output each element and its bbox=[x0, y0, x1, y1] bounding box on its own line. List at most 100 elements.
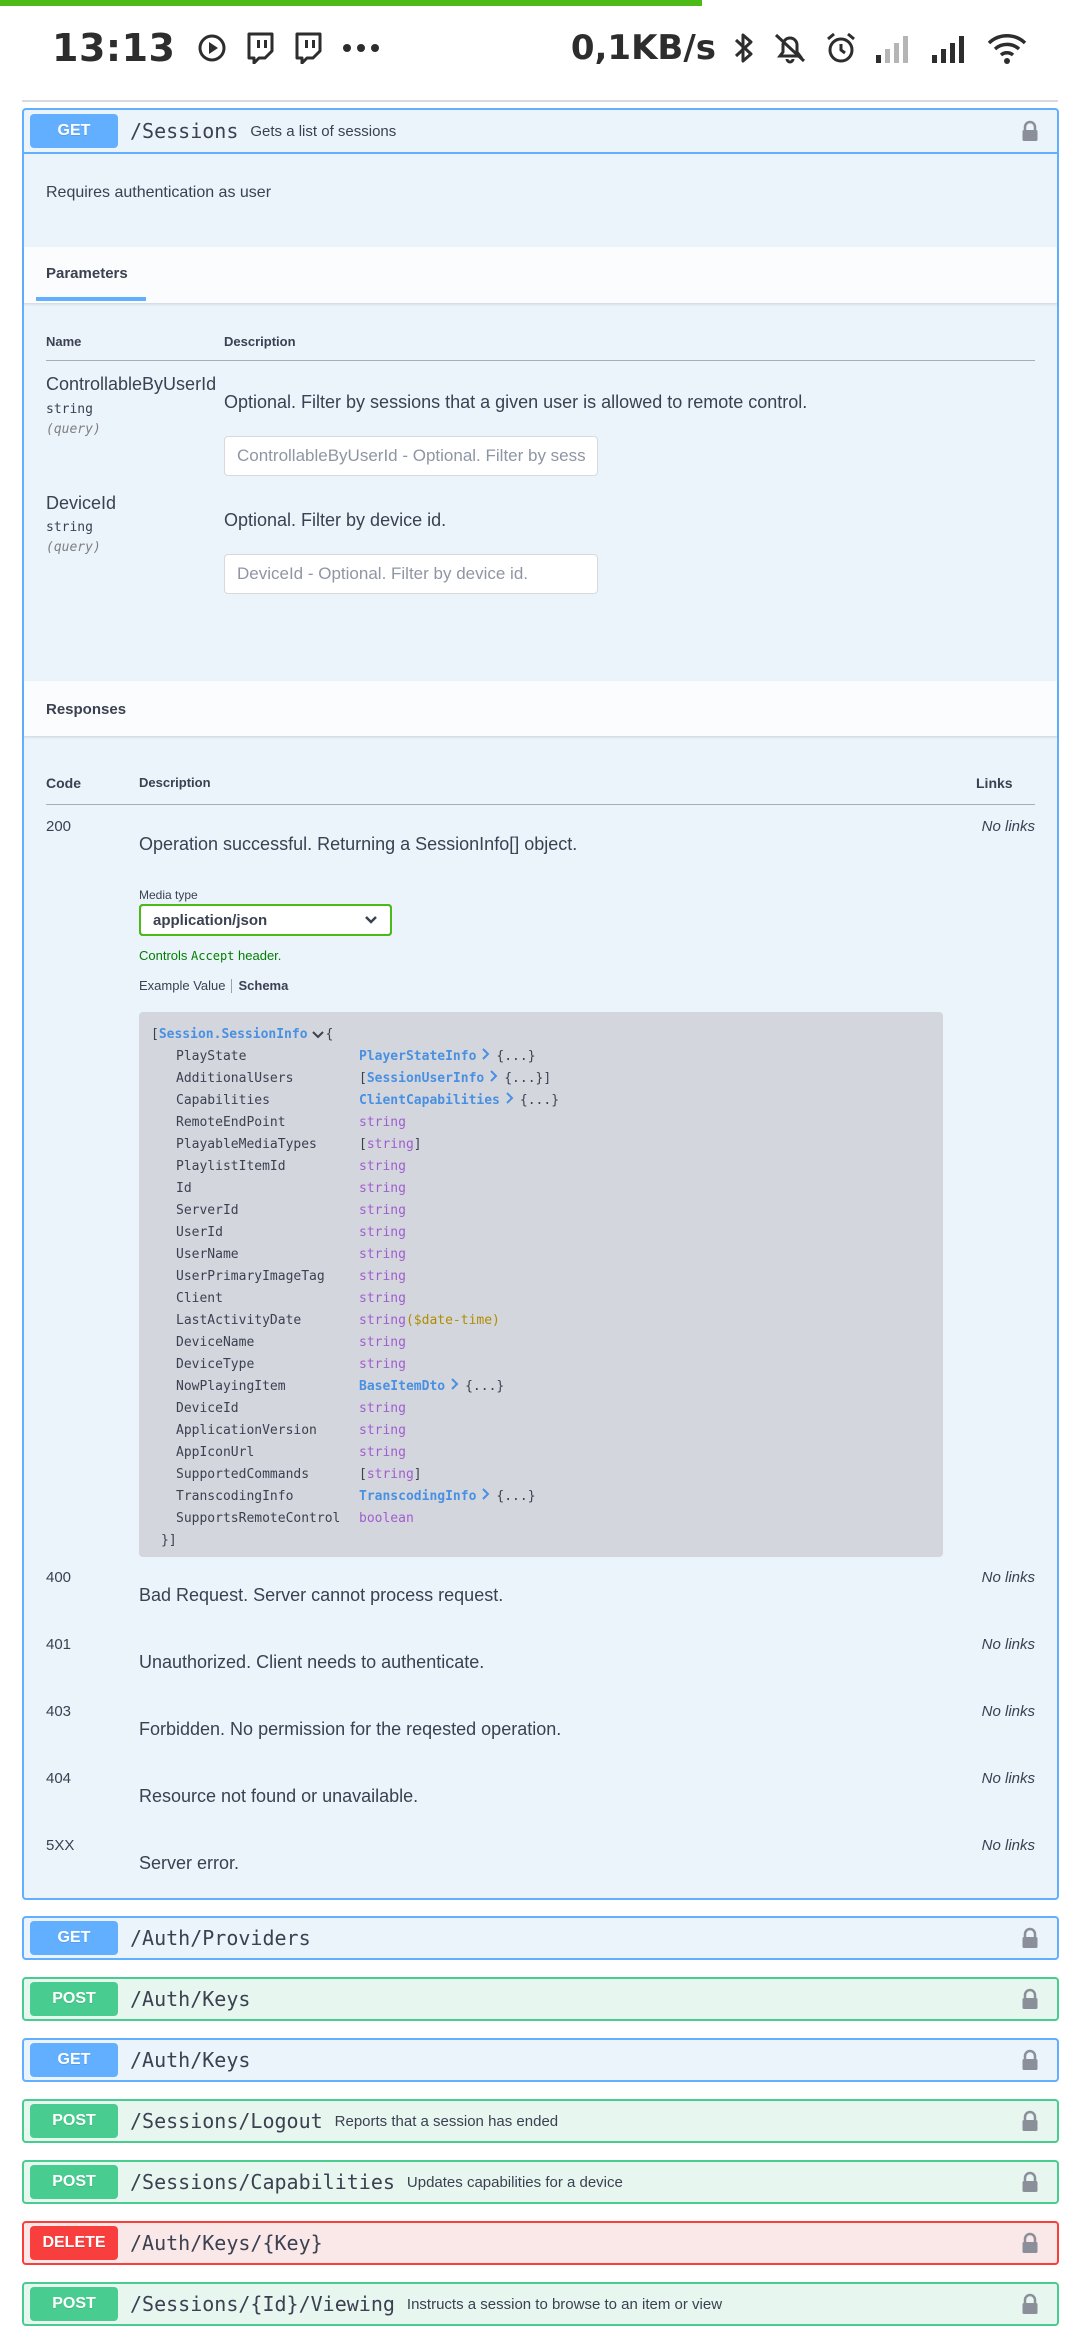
media-type-select[interactable]: application/json bbox=[139, 904, 392, 936]
tab-parameters-underline bbox=[36, 297, 146, 301]
schema-property-name: DeviceName bbox=[176, 1335, 255, 1350]
chevron-down-icon bbox=[364, 912, 378, 929]
operation-get-row[interactable]: GET/Auth/Keys bbox=[22, 2038, 1059, 2082]
lock-icon[interactable] bbox=[1021, 120, 1039, 142]
lock-icon[interactable] bbox=[1021, 2232, 1039, 2254]
schema-property: Client string bbox=[151, 1288, 931, 1310]
schema-property[interactable]: AdditionalUsers [SessionUserInfo {...}] bbox=[151, 1068, 931, 1090]
chevron-right-icon bbox=[482, 1048, 490, 1060]
network-speed: 0,1KB/s bbox=[570, 28, 716, 68]
schema-property: UserId string bbox=[151, 1222, 931, 1244]
operation-get-sessions: GET /Sessions Gets a list of sessions Re… bbox=[22, 108, 1059, 1900]
method-badge: POST bbox=[30, 2165, 118, 2199]
response-links: No links bbox=[981, 1636, 1035, 1653]
response-code: 200 bbox=[46, 818, 72, 835]
response-description: Resource not found or unavailable. bbox=[139, 1786, 419, 1806]
param-location: (query) bbox=[46, 422, 101, 437]
schema-property-type: PlayerStateInfo {...} bbox=[359, 1048, 536, 1064]
lock-icon[interactable] bbox=[1021, 1927, 1039, 1949]
chevron-right-icon bbox=[506, 1092, 514, 1104]
lock-icon[interactable] bbox=[1021, 2171, 1039, 2193]
tab-example-value[interactable]: Example Value bbox=[139, 978, 225, 993]
media-type-value: application/json bbox=[153, 911, 268, 929]
response-description: Forbidden. No permission for the reqeste… bbox=[139, 1719, 562, 1739]
lock-icon[interactable] bbox=[1021, 1988, 1039, 2010]
param-description: Optional. Filter by device id. bbox=[224, 510, 447, 530]
schema-property[interactable]: Capabilities ClientCapabilities {...} bbox=[151, 1090, 931, 1112]
operation-delete-row[interactable]: DELETE/Auth/Keys/{Key} bbox=[22, 2221, 1059, 2265]
operation-summary-text: Reports that a session has ended bbox=[334, 2112, 559, 2130]
schema-property-name: AdditionalUsers bbox=[176, 1071, 294, 1086]
schema-property-type: string bbox=[359, 1203, 406, 1218]
schema-property-name: Client bbox=[176, 1291, 223, 1306]
schema-property[interactable]: NowPlayingItem BaseItemDto {...} bbox=[151, 1376, 931, 1398]
tab-parameters[interactable]: Parameters bbox=[46, 265, 128, 282]
operation-post-row[interactable]: POST/Sessions/{Id}/Viewing Instructs a se… bbox=[22, 2282, 1059, 2326]
swagger-content: GET /Sessions Gets a list of sessions Re… bbox=[0, 90, 1080, 2340]
responses-header: Responses bbox=[24, 681, 1057, 737]
col-code: Code bbox=[46, 775, 81, 791]
schema-property[interactable]: TranscodingInfo TranscodingInfo {...} bbox=[151, 1486, 931, 1508]
lock-icon[interactable] bbox=[1021, 2293, 1039, 2315]
operation-summary[interactable]: GET /Sessions Gets a list of sessions bbox=[24, 110, 1057, 154]
schema-property-type: BaseItemDto {...} bbox=[359, 1378, 505, 1394]
schema-property-type: [string] bbox=[359, 1467, 422, 1482]
operation-path: /Sessions bbox=[130, 119, 239, 143]
chevron-right-icon bbox=[451, 1378, 459, 1390]
schema-property: DeviceName string bbox=[151, 1332, 931, 1354]
schema-property-name: SupportedCommands bbox=[176, 1467, 310, 1482]
operation-post-row[interactable]: POST/Sessions/Capabilities Updates capabi… bbox=[22, 2160, 1059, 2204]
schema-model-name: Session.SessionInfo bbox=[158, 1027, 308, 1042]
example-schema-tabs: Example Value Schema bbox=[139, 978, 288, 993]
param-name: ControllableByUserId bbox=[46, 374, 217, 394]
schema-property-type: [SessionUserInfo {...}] bbox=[359, 1070, 552, 1086]
schema-property-type: string bbox=[359, 1247, 406, 1262]
schema-property-name: Id bbox=[176, 1181, 192, 1196]
schema-property[interactable]: PlayState PlayerStateInfo {...} bbox=[151, 1046, 931, 1068]
response-links: No links bbox=[981, 1569, 1035, 1586]
chevron-right-icon bbox=[482, 1488, 490, 1500]
signal-full-icon bbox=[930, 33, 970, 63]
lock-icon[interactable] bbox=[1021, 2110, 1039, 2132]
schema-property-name: AppIconUrl bbox=[176, 1445, 255, 1460]
schema-model-header[interactable]: [ Session.SessionInfo { bbox=[151, 1024, 931, 1046]
schema-close: }] bbox=[161, 1533, 177, 1548]
wifi-icon bbox=[986, 31, 1028, 65]
method-badge: GET bbox=[30, 114, 118, 148]
schema-property-type: string bbox=[359, 1181, 406, 1196]
operation-get-row[interactable]: GET/Auth/Providers bbox=[22, 1916, 1059, 1960]
schema-property-type: string bbox=[359, 1335, 406, 1350]
schema-property: ApplicationVersion string bbox=[151, 1420, 931, 1442]
device-id-input[interactable] bbox=[224, 554, 598, 594]
status-time: 13:13 bbox=[52, 26, 176, 70]
signal-weak-icon bbox=[874, 33, 914, 63]
method-badge: POST bbox=[30, 2104, 118, 2138]
schema-property-type: string bbox=[359, 1401, 406, 1416]
col-name: Name bbox=[46, 334, 82, 349]
lock-icon[interactable] bbox=[1021, 2049, 1039, 2071]
operation-path: /Sessions/Capabilities bbox=[130, 2170, 395, 2194]
schema-property: DeviceId string bbox=[151, 1398, 931, 1420]
tab-schema[interactable]: Schema bbox=[238, 978, 288, 993]
schema-properties: PlayState PlayerStateInfo {...} AdditionalU… bbox=[151, 1046, 931, 1530]
schema-property-name: DeviceType bbox=[176, 1357, 255, 1372]
schema-property: DeviceType string bbox=[151, 1354, 931, 1376]
schema-property-name: ServerId bbox=[176, 1203, 239, 1218]
schema-property-name: UserPrimaryImageTag bbox=[176, 1269, 325, 1284]
schema-property-type: ClientCapabilities {...} bbox=[359, 1092, 560, 1108]
response-links: No links bbox=[981, 1770, 1035, 1787]
schema-property-type: string bbox=[359, 1291, 406, 1306]
response-links: No links bbox=[981, 818, 1035, 835]
response-links: No links bbox=[981, 1837, 1035, 1854]
operation-post-row[interactable]: POST/Auth/Keys bbox=[22, 1977, 1059, 2021]
method-badge: POST bbox=[30, 1982, 118, 2016]
more-dots-icon bbox=[341, 42, 381, 54]
schema-property-type: string bbox=[359, 1423, 406, 1438]
controllable-by-user-id-input[interactable] bbox=[224, 436, 598, 476]
schema-property-name: DeviceId bbox=[176, 1401, 239, 1416]
schema-property-name: Capabilities bbox=[176, 1093, 270, 1108]
operation-post-row[interactable]: POST/Sessions/Logout Reports that a sessi… bbox=[22, 2099, 1059, 2143]
chevron-right-icon bbox=[490, 1070, 498, 1082]
responses-header-line bbox=[46, 804, 1035, 805]
response-code: 400 bbox=[46, 1569, 72, 1586]
